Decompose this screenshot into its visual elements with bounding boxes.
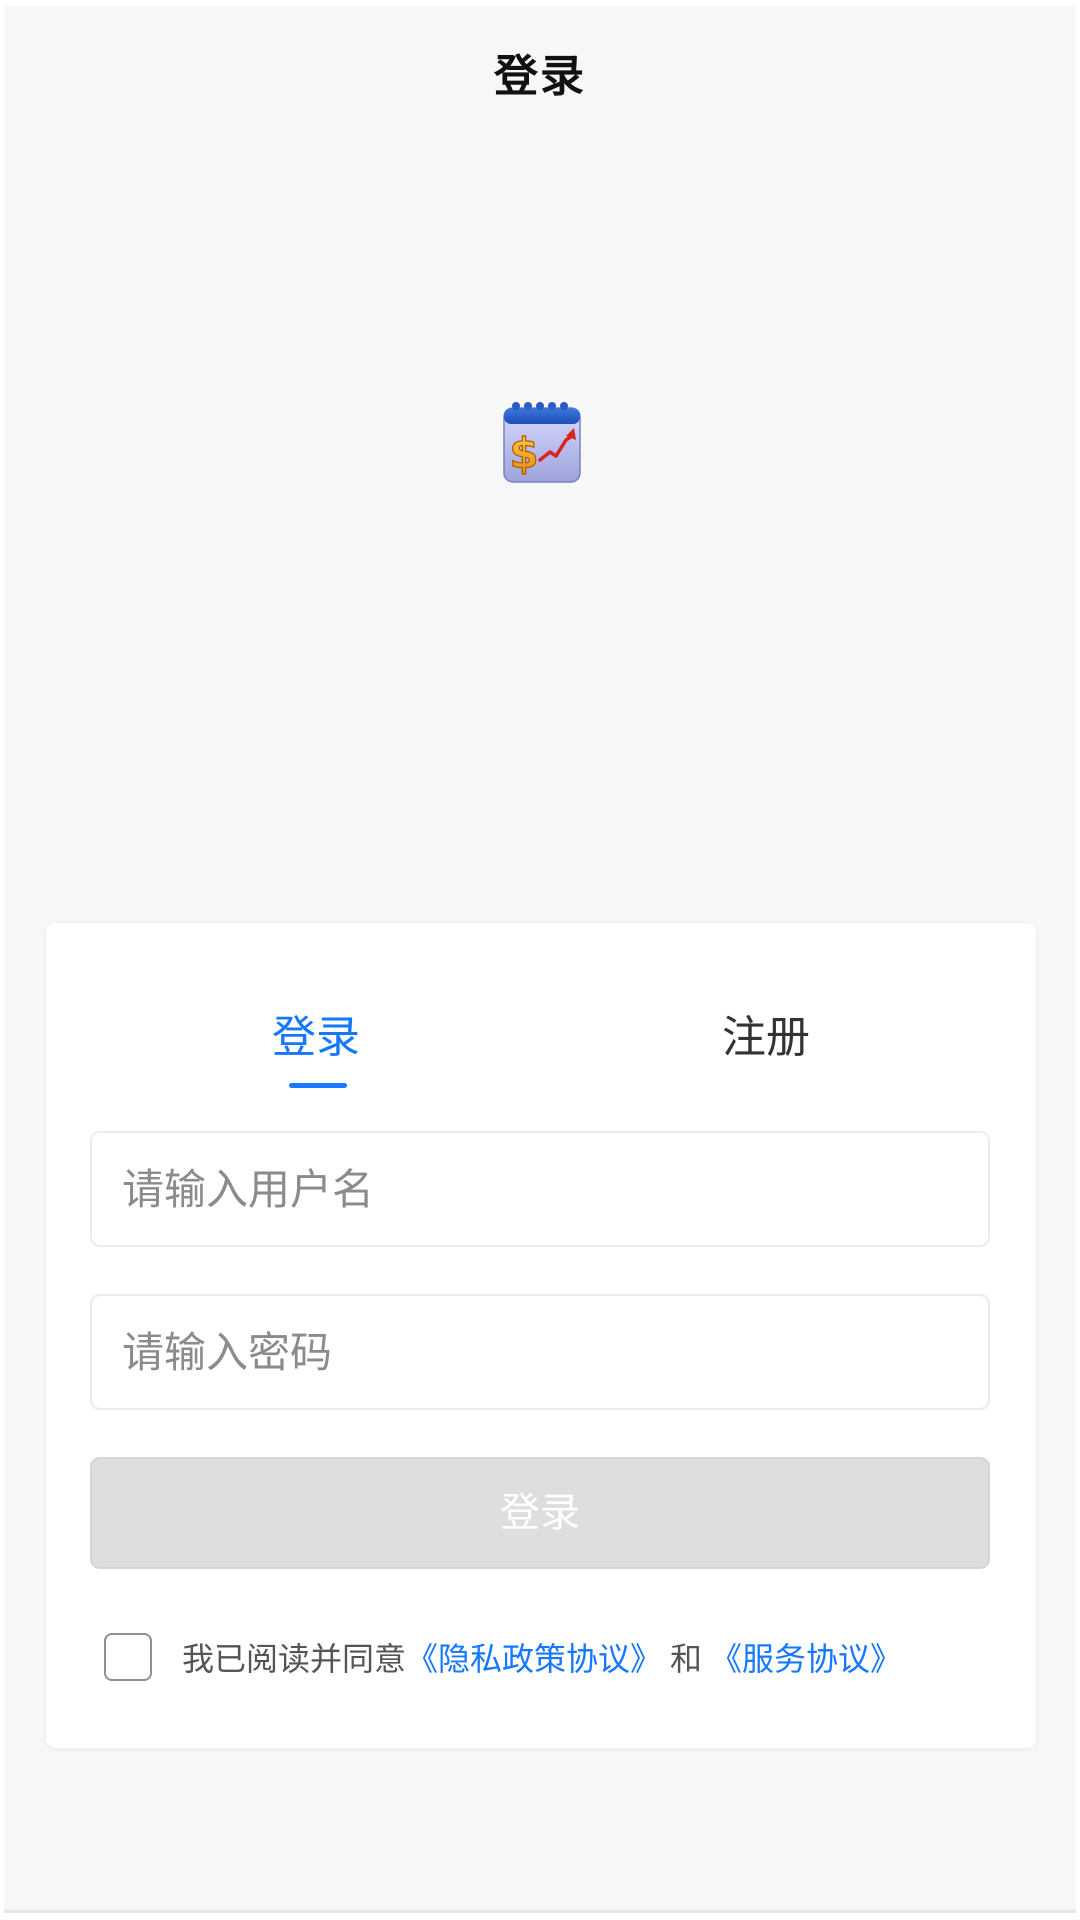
svg-text:$: $ bbox=[509, 429, 538, 478]
bottom-divider bbox=[4, 1910, 1076, 1913]
login-screen: 登录 $ 登录 注册 请输入用户名 登录 我已阅读并同意 《隐私政策协议》 和 … bbox=[4, 6, 1076, 1910]
calendar-dollar-chart-icon: $ bbox=[500, 398, 584, 486]
agreement-and-text: 和 bbox=[670, 1640, 703, 1678]
privacy-policy-link[interactable]: 《隐私政策协议》 bbox=[406, 1634, 662, 1680]
active-tab-indicator bbox=[289, 1083, 347, 1088]
service-agreement-link[interactable]: 《服务协议》 bbox=[710, 1634, 902, 1680]
password-input[interactable] bbox=[92, 1296, 988, 1408]
agreement-checkbox[interactable] bbox=[104, 1633, 152, 1681]
username-field bbox=[90, 1131, 990, 1247]
page-title: 登录 bbox=[494, 51, 586, 102]
tab-register[interactable]: 注册 bbox=[646, 1003, 886, 1073]
login-button[interactable]: 登录 bbox=[90, 1457, 990, 1569]
username-input[interactable] bbox=[92, 1133, 988, 1245]
auth-card: 登录 注册 登录 我已阅读并同意 《隐私政策协议》 和 《服务协议》 bbox=[46, 923, 1036, 1748]
tab-login[interactable]: 登录 bbox=[196, 1003, 436, 1073]
agreement-text: 我已阅读并同意 bbox=[182, 1640, 407, 1678]
agreement-row: 我已阅读并同意 《隐私政策协议》 和 《服务协议》 bbox=[104, 1631, 902, 1683]
password-field bbox=[90, 1294, 990, 1410]
